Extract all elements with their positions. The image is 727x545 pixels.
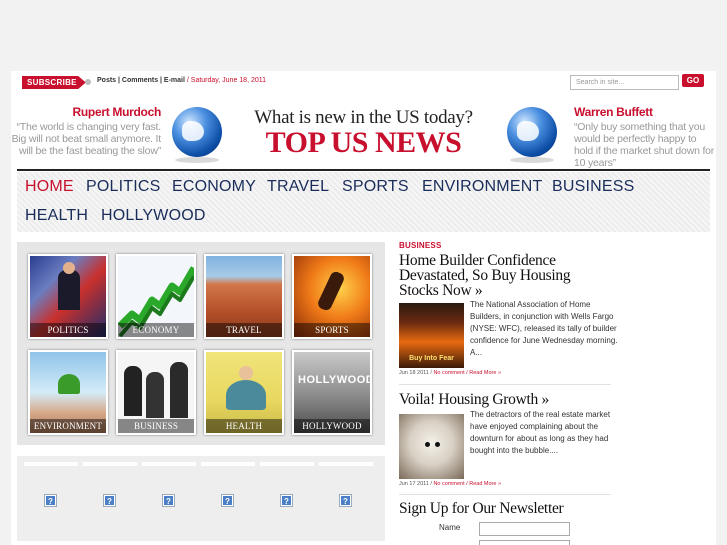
sprout-icon (58, 374, 80, 394)
article-date: Jun 18 2011 / (399, 370, 434, 376)
slider-tab[interactable] (201, 462, 255, 466)
tile-economy[interactable]: ECONOMY (116, 254, 196, 339)
yoga-figure (226, 380, 266, 410)
search-go-button[interactable]: GO (682, 74, 704, 87)
tile-label: BUSINESS (118, 419, 194, 433)
page: SUBSCRIBE Posts | Comments | E-mail / Sa… (11, 71, 716, 545)
politician-figure (58, 270, 80, 310)
tile-label: ENVIRONMENT (30, 419, 106, 433)
feed-links: Posts | Comments | E-mail / Saturday, Ju… (97, 77, 266, 84)
comments-link[interactable]: No comment (433, 481, 464, 487)
nav-item-home[interactable]: HOME (25, 178, 74, 196)
globe-shadow (510, 157, 554, 163)
article-excerpt: The National Association of Home Builder… (470, 300, 618, 357)
comments-link[interactable]: No comment (433, 370, 464, 376)
tile-health[interactable]: HEALTH (204, 350, 284, 435)
tile-label: ECONOMY (118, 323, 194, 337)
right-quote: Warren Buffett “Only buy something that … (574, 105, 716, 169)
site-logo[interactable]: TOP US NEWS (241, 126, 486, 160)
broken-image-icon[interactable]: ? (280, 494, 293, 507)
businessperson-figure (124, 366, 142, 416)
nav-item-sports[interactable]: SPORTS (342, 178, 409, 196)
tile-politics[interactable]: POLITICS (28, 254, 108, 339)
current-date: Saturday, June 18, 2011 (190, 77, 267, 84)
main-nav: HOME POLITICS ECONOMY TRAVEL SPORTS ENVI… (17, 172, 710, 232)
slider-tab[interactable] (83, 462, 137, 466)
bullet-icon (85, 79, 91, 85)
featured-slider: ? ? ? ? ? ? (17, 456, 385, 541)
nav-item-business[interactable]: BUSINESS (552, 178, 635, 196)
divider (399, 384, 611, 385)
article-thumbnail[interactable]: Buy Into Fear (399, 303, 464, 368)
broken-image-icon[interactable]: ? (162, 494, 175, 507)
left-quote-author: Rupert Murdoch (72, 105, 162, 119)
nav-item-politics[interactable]: POLITICS (86, 178, 161, 196)
nav-item-travel[interactable]: TRAVEL (267, 178, 329, 196)
tile-hollywood[interactable]: HOLLYWOOD HOLLYWOOD (292, 350, 372, 435)
tile-business[interactable]: BUSINESS (116, 350, 196, 435)
tile-label: SPORTS (294, 323, 370, 337)
right-quote-text: “Only buy something that you would be pe… (574, 121, 715, 169)
broken-image-icon[interactable]: ? (339, 494, 352, 507)
businessperson-figure (146, 372, 164, 418)
runner-figure (316, 269, 346, 313)
divider (399, 494, 611, 495)
article-meta: Jun 18 2011 / No comment / Read More » (399, 370, 501, 376)
article-title[interactable]: Voila! Housing Growth » (399, 392, 611, 408)
content-area: POLITICS ECONOMY TRAVEL SPORTS ENVIRONME… (11, 231, 716, 545)
broken-image-icon[interactable]: ? (221, 494, 234, 507)
slider-tab[interactable] (319, 462, 373, 466)
hollywood-sign: HOLLYWOOD (298, 374, 372, 386)
globe-icon (172, 107, 222, 157)
globe-shadow (175, 157, 219, 163)
tile-label: POLITICS (30, 323, 106, 337)
newsletter-email-field[interactable] (479, 540, 570, 545)
subscribe-button[interactable]: SUBSCRIBE (22, 76, 86, 89)
globe-icon (507, 107, 557, 157)
article-meta: Jun 17 2011 / No comment / Read More » (399, 481, 501, 487)
category-label[interactable]: BUSINESS (399, 241, 442, 250)
tile-label: TRAVEL (206, 323, 282, 337)
right-quote-author: Warren Buffett (574, 105, 653, 119)
slider-tab[interactable] (24, 462, 78, 466)
tile-label: HEALTH (206, 419, 282, 433)
nav-item-economy[interactable]: ECONOMY (172, 178, 256, 196)
tile-sports[interactable]: SPORTS (292, 254, 372, 339)
nav-item-environment[interactable]: ENVIRONMENT (422, 178, 542, 196)
thumbnail-caption: Buy Into Fear (409, 355, 454, 362)
article-excerpt: The detractors of the real estate market… (470, 410, 611, 455)
nav-item-hollywood[interactable]: HOLLYWOOD (101, 207, 206, 225)
dog-eye (425, 442, 430, 447)
slider-tab[interactable] (260, 462, 314, 466)
politician-head (63, 262, 75, 274)
slider-tab[interactable] (142, 462, 196, 466)
read-more-link[interactable]: / Read More » (465, 481, 501, 487)
feed-links-text[interactable]: Posts | Comments | E-mail (97, 77, 185, 84)
header-divider (17, 169, 710, 171)
dog-eye (435, 442, 440, 447)
tile-label: HOLLYWOOD (294, 419, 370, 433)
article-title[interactable]: Home Builder Confidence Devastated, So B… (399, 253, 611, 299)
newsletter-name-field[interactable] (479, 522, 570, 536)
businessperson-figure (170, 362, 188, 418)
tile-travel[interactable]: TRAVEL (204, 254, 284, 339)
newsletter-name-label: Name (439, 523, 461, 532)
left-quote-text: “The world is changing very fast. Big wi… (11, 121, 162, 157)
broken-image-icon[interactable]: ? (44, 494, 57, 507)
nav-item-health[interactable]: HEALTH (25, 207, 88, 225)
tile-environment[interactable]: ENVIRONMENT (28, 350, 108, 435)
yoga-head (239, 366, 253, 380)
broken-image-icon[interactable]: ? (103, 494, 116, 507)
article-thumbnail[interactable] (399, 414, 464, 479)
category-grid: POLITICS ECONOMY TRAVEL SPORTS ENVIRONME… (17, 242, 385, 445)
newsletter-title: Sign Up for Our Newsletter (399, 500, 564, 517)
left-quote: Rupert Murdoch “The world is changing ve… (11, 105, 162, 157)
top-bar: SUBSCRIBE Posts | Comments | E-mail / Sa… (11, 71, 716, 93)
read-more-link[interactable]: / Read More » (465, 370, 501, 376)
search-input[interactable]: Search in site... (570, 75, 679, 90)
article-date: Jun 17 2011 / (399, 481, 434, 487)
